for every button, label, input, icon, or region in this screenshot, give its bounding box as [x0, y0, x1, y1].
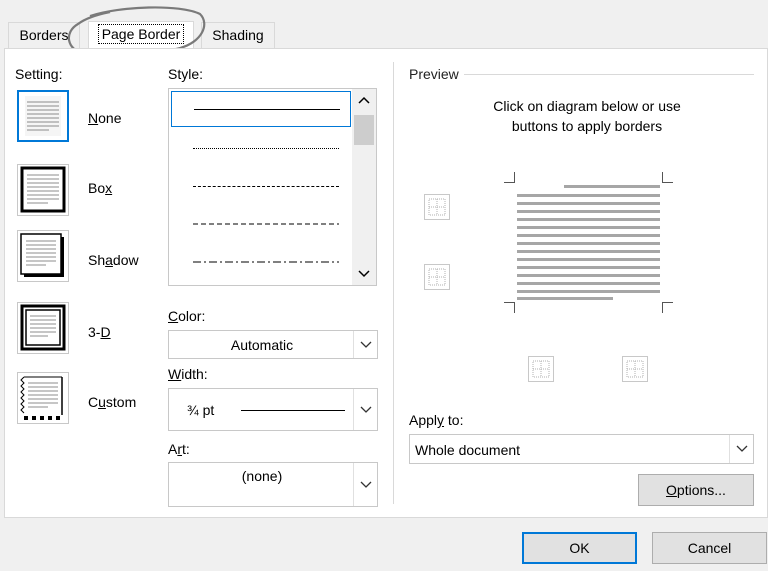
setting-box-icon[interactable]	[17, 164, 69, 216]
style-option-dashed[interactable]	[171, 207, 351, 243]
art-heading: Art:	[168, 441, 190, 457]
setting-custom-label[interactable]: Custom	[88, 394, 136, 410]
ok-button[interactable]: OK	[522, 532, 637, 564]
chevron-down-icon[interactable]	[353, 331, 377, 358]
setting-shadow-label[interactable]: Shadow	[88, 252, 139, 268]
style-option-solid[interactable]	[171, 91, 351, 127]
tab-shading-label: Shading	[212, 27, 264, 43]
width-value: ¾ pt	[187, 402, 215, 418]
apply-to-value: Whole document	[415, 442, 521, 458]
style-scrollbar[interactable]	[352, 89, 376, 285]
setting-3d-label[interactable]: 3-D	[88, 324, 111, 340]
preview-instruction: Click on diagram below or use buttons to…	[493, 98, 681, 134]
width-combo[interactable]: ¾ pt	[168, 388, 378, 431]
scroll-thumb[interactable]	[354, 115, 374, 145]
width-heading: Width:	[168, 366, 208, 382]
color-heading: Color:	[168, 308, 206, 324]
scroll-up-arrow-icon[interactable]	[352, 89, 376, 111]
tab-shading[interactable]: Shading	[201, 22, 275, 48]
cancel-label: Cancel	[687, 540, 732, 556]
style-heading: Style:	[168, 66, 204, 82]
left-border-button[interactable]	[528, 356, 554, 382]
bottom-border-button[interactable]	[424, 264, 450, 290]
style-option-dash-small[interactable]	[171, 169, 351, 205]
column-divider	[393, 62, 394, 504]
chevron-down-icon[interactable]	[353, 463, 377, 506]
style-option-dash-dot[interactable]	[171, 245, 351, 281]
cancel-button[interactable]: Cancel	[652, 532, 767, 564]
setting-heading: Setting:	[15, 66, 63, 82]
setting-box-label[interactable]: Box	[88, 180, 112, 196]
setting-none-icon[interactable]	[17, 90, 69, 142]
preview-diagram[interactable]	[504, 172, 674, 314]
color-combo[interactable]: Automatic	[168, 330, 378, 359]
setting-custom-icon[interactable]	[17, 372, 69, 424]
top-border-button[interactable]	[424, 194, 450, 220]
apply-to-heading: Apply to:	[409, 412, 464, 428]
setting-shadow-icon[interactable]	[17, 230, 69, 282]
style-option-dotted[interactable]	[171, 131, 351, 167]
art-combo[interactable]: (none)	[168, 462, 378, 507]
ok-label: OK	[569, 540, 590, 556]
setting-3d-icon[interactable]	[17, 302, 69, 354]
preview-rule	[464, 74, 754, 75]
style-listbox[interactable]	[168, 88, 377, 286]
color-value: Automatic	[230, 337, 294, 353]
right-border-button[interactable]	[622, 356, 648, 382]
art-value: (none)	[241, 468, 283, 484]
scroll-down-arrow-icon[interactable]	[352, 263, 376, 285]
preview-heading: Preview	[409, 66, 459, 82]
setting-none-label[interactable]: None	[88, 110, 121, 126]
chevron-down-icon[interactable]	[353, 389, 377, 430]
chevron-down-icon[interactable]	[729, 435, 753, 463]
apply-to-combo[interactable]: Whole document	[409, 434, 754, 464]
width-line-sample	[241, 410, 345, 411]
options-button[interactable]: Options...	[638, 474, 754, 506]
